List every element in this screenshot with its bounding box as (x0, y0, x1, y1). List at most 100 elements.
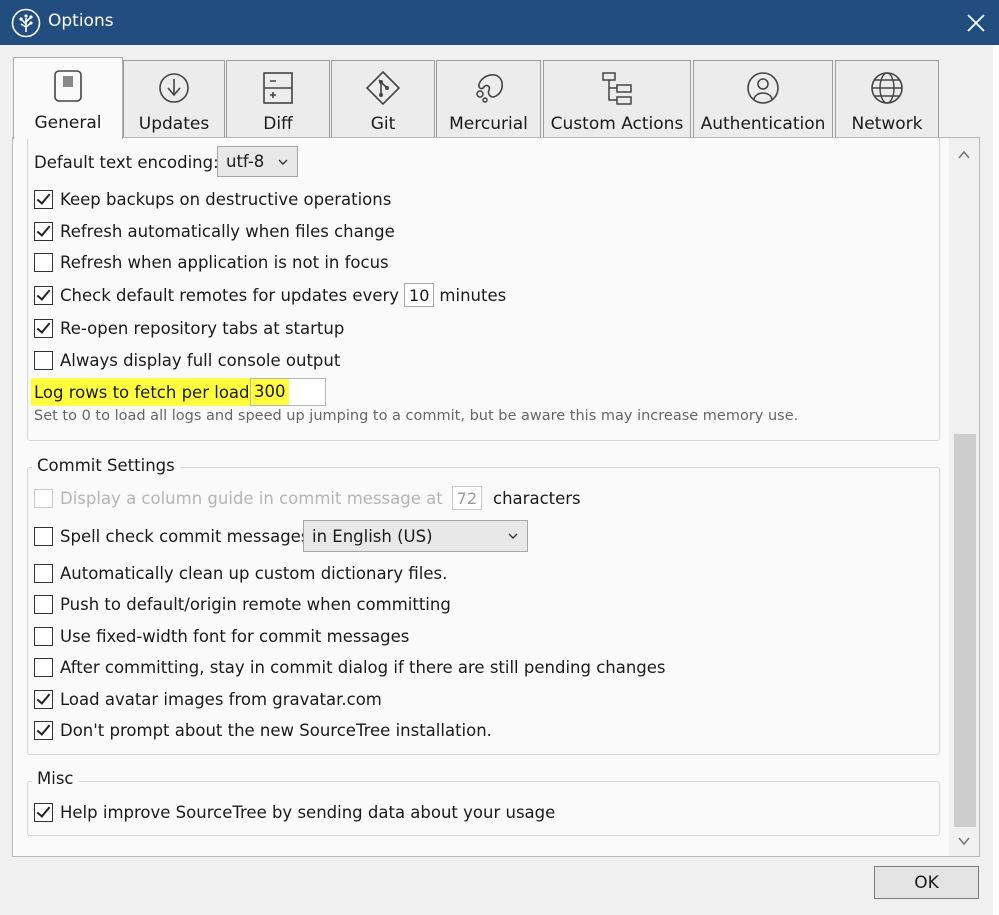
checkbox[interactable] (34, 221, 53, 241)
option-label: Always display full console output (60, 350, 341, 370)
interval-suffix: minutes (439, 285, 507, 305)
option-column-guide[interactable]: Display a column guide in commit message… (34, 485, 581, 511)
option-label: Don't prompt about the new SourceTree in… (60, 720, 492, 740)
globe-icon (871, 72, 903, 104)
checkbox[interactable] (34, 526, 53, 546)
column-guide-suffix: characters (493, 488, 581, 508)
chevron-up-icon (958, 150, 970, 159)
tab-label: Custom Actions (550, 114, 684, 134)
checkbox[interactable] (34, 318, 53, 338)
remote-check-interval-input[interactable]: 10 (404, 283, 435, 307)
chevron-down-icon (508, 533, 518, 539)
user-circle-icon (747, 72, 779, 104)
tab-label: Updates (138, 114, 210, 134)
sourcetree-logo-icon (11, 8, 41, 38)
chevron-down-icon (278, 159, 288, 165)
general-switch-icon (54, 70, 82, 102)
checkbox[interactable] (34, 657, 53, 677)
option-label: Spell check commit messages (60, 526, 310, 546)
encoding-select[interactable]: utf-8 (217, 146, 298, 177)
log-rows-value: 300 (251, 379, 289, 405)
scroll-up-button[interactable] (949, 142, 979, 168)
title-bar: Options (0, 0, 999, 45)
diff-icon (263, 72, 293, 104)
option-refresh-unfocused[interactable]: Refresh when application is not in focus (34, 249, 389, 275)
option-check-remotes[interactable]: Check default remotes for updates every … (34, 282, 506, 308)
window-title: Options (48, 11, 114, 31)
checkbox[interactable] (34, 563, 53, 583)
scroll-down-button[interactable] (949, 828, 979, 854)
encoding-row: Default text encoding: (34, 149, 219, 175)
close-button[interactable] (953, 0, 999, 45)
checkbox[interactable] (34, 720, 53, 740)
option-label: Use fixed-width font for commit messages (60, 626, 410, 646)
option-label: Check default remotes for updates every (60, 285, 400, 305)
ok-button[interactable]: OK (874, 866, 979, 899)
tab-label: Mercurial (449, 114, 528, 134)
tab-label: Authentication (700, 114, 826, 134)
git-icon (365, 70, 401, 106)
tab-label: General (34, 113, 102, 133)
checkbox[interactable] (34, 689, 53, 709)
checkbox[interactable] (34, 594, 53, 614)
option-gravatar[interactable]: Load avatar images from gravatar.com (34, 686, 382, 712)
option-label: Refresh when application is not in focus (60, 252, 389, 272)
checkbox[interactable] (34, 802, 53, 822)
close-icon (967, 13, 985, 32)
option-no-prompt-install[interactable]: Don't prompt about the new SourceTree in… (34, 717, 492, 743)
general-settings-panel: Default text encoding: utf-8 Keep backup… (12, 137, 980, 857)
commit-settings-title: Commit Settings (32, 456, 180, 475)
tab-label: Diff (263, 114, 293, 134)
tab-diff[interactable]: Diff (226, 60, 330, 138)
option-full-console[interactable]: Always display full console output (34, 347, 340, 373)
column-guide-input[interactable]: 72 (451, 486, 483, 510)
option-refresh-auto[interactable]: Refresh automatically when files change (34, 218, 395, 244)
tab-updates[interactable]: Updates (123, 60, 225, 138)
option-label: Automatically clean up custom dictionary… (60, 563, 448, 583)
option-label: Push to default/origin remote when commi… (60, 594, 451, 614)
option-label: Help improve SourceTree by sending data … (60, 802, 556, 822)
spell-check-language-select[interactable]: in English (US) (303, 520, 528, 552)
option-label: After committing, stay in commit dialog … (60, 657, 666, 677)
custom-actions-icon (602, 72, 632, 105)
log-rows-label: Log rows to fetch per load: (34, 382, 256, 402)
encoding-label: Default text encoding: (34, 152, 219, 172)
window-edge (993, 45, 999, 915)
mercurial-icon (475, 74, 503, 103)
option-label: Keep backups on destructive operations (60, 189, 392, 209)
log-rows-input[interactable]: 300 (250, 378, 326, 406)
checkbox[interactable] (34, 252, 53, 272)
option-label: Load avatar images from gravatar.com (60, 689, 382, 709)
tab-general[interactable]: General (13, 57, 123, 139)
spell-check-language: in English (US) (312, 526, 433, 546)
tab-network[interactable]: Network (835, 60, 939, 138)
option-fixed-width-font[interactable]: Use fixed-width font for commit messages (34, 623, 409, 649)
checkbox[interactable] (34, 189, 53, 209)
tab-mercurial[interactable]: Mercurial (436, 60, 541, 138)
vertical-scrollbar[interactable] (949, 138, 979, 856)
log-rows-hint: Set to 0 to load all logs and speed up j… (34, 408, 799, 424)
checkbox[interactable] (34, 626, 53, 646)
tab-authentication[interactable]: Authentication (693, 60, 833, 138)
option-label: Display a column guide in commit message… (60, 488, 443, 508)
option-spell-check[interactable]: Spell check commit messages (34, 523, 309, 549)
tab-git[interactable]: Git (331, 60, 435, 138)
scroll-thumb[interactable] (954, 434, 976, 827)
option-keep-backups[interactable]: Keep backups on destructive operations (34, 186, 391, 212)
option-stay-in-dialog[interactable]: After committing, stay in commit dialog … (34, 654, 666, 680)
checkbox[interactable] (34, 285, 53, 305)
encoding-value: utf-8 (226, 152, 265, 171)
scroll-content: Default text encoding: utf-8 Keep backup… (13, 138, 948, 856)
option-label: Re-open repository tabs at startup (60, 318, 345, 338)
option-reopen-tabs[interactable]: Re-open repository tabs at startup (34, 315, 344, 341)
option-clean-dictionary[interactable]: Automatically clean up custom dictionary… (34, 560, 447, 586)
checkbox[interactable] (34, 350, 53, 370)
checkbox[interactable] (34, 488, 53, 508)
tab-custom-actions[interactable]: Custom Actions (543, 60, 691, 138)
option-label: Refresh automatically when files change (60, 221, 395, 241)
option-push-default[interactable]: Push to default/origin remote when commi… (34, 591, 451, 617)
ok-label: OK (914, 872, 939, 893)
tab-label: Git (370, 114, 396, 134)
option-usage-data[interactable]: Help improve SourceTree by sending data … (34, 799, 555, 825)
misc-title: Misc (32, 769, 79, 788)
